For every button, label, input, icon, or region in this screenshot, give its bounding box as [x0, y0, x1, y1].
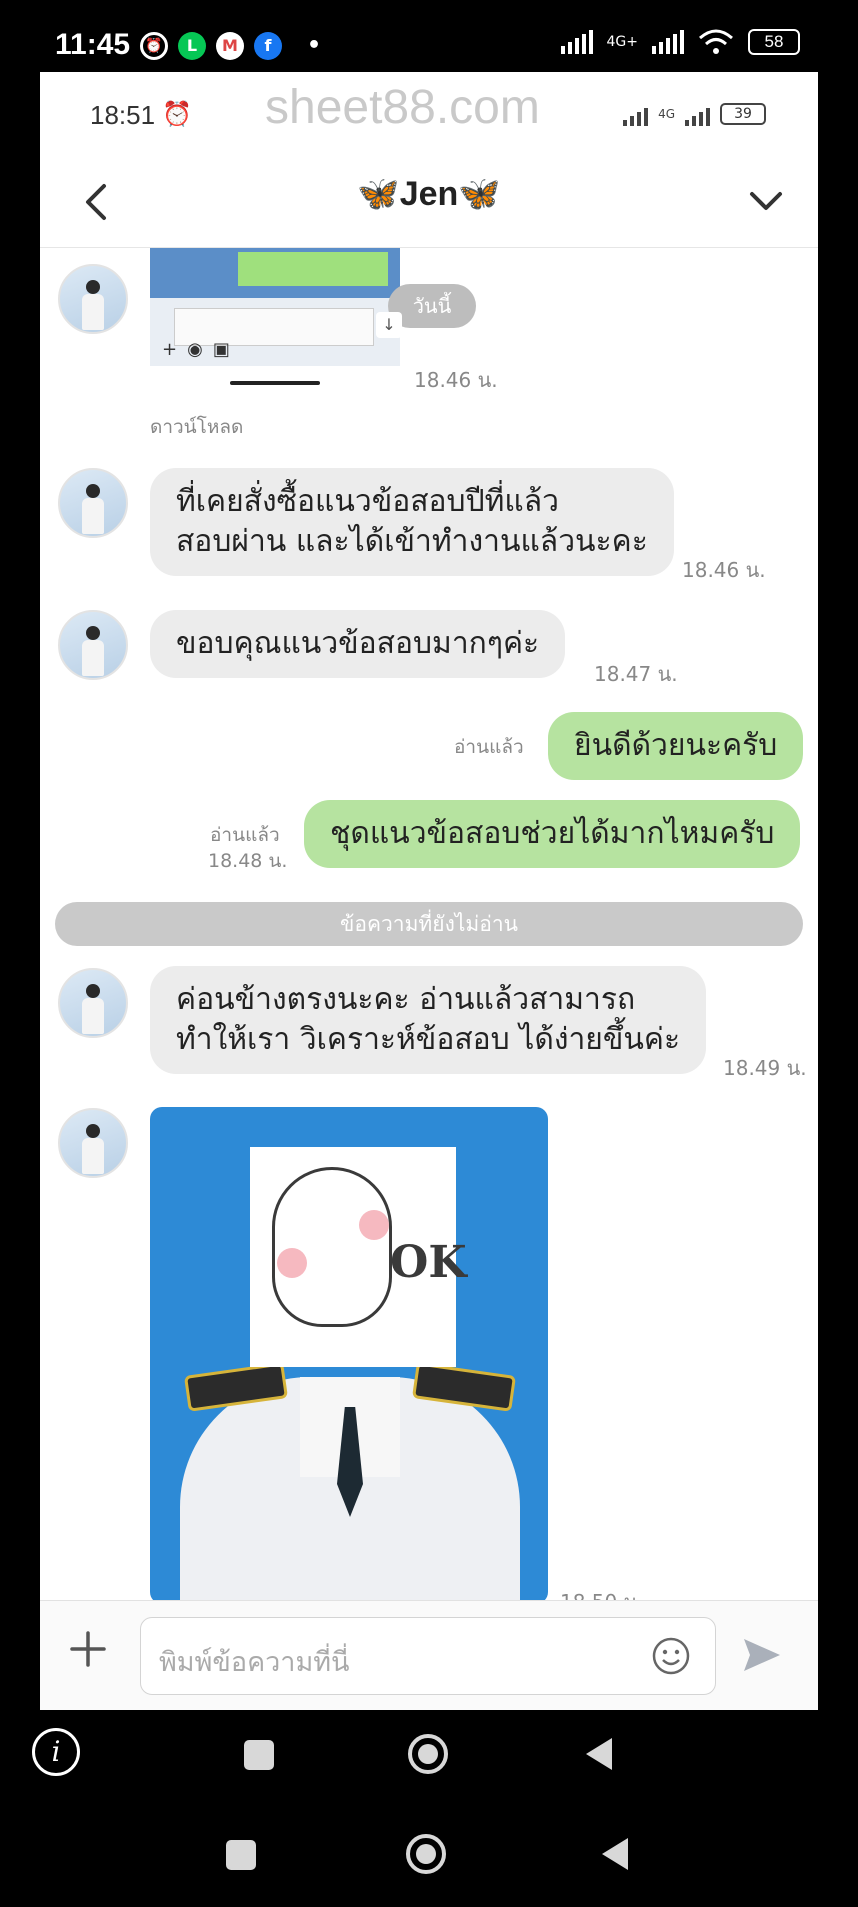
- message-line: สอบผ่าน และได้เข้าทำงานแล้วนะคะ: [176, 524, 648, 559]
- message-line: ขอบคุณแนวข้อสอบมากๆค่ะ: [176, 626, 540, 661]
- contact-avatar[interactable]: [58, 1108, 128, 1178]
- alarm-icon: ⏰: [140, 32, 168, 60]
- contact-avatar[interactable]: [58, 468, 128, 538]
- signal-icon: [560, 30, 593, 54]
- home-indicator-line: [230, 381, 320, 385]
- input-placeholder: พิมพ์ข้อความที่นี่: [159, 1647, 350, 1678]
- message-time: 18.47 น.: [594, 662, 678, 686]
- bear-cheek: [277, 1248, 307, 1278]
- home-icon[interactable]: [406, 1834, 446, 1874]
- watermark: sheet88.com: [265, 81, 540, 134]
- wifi-icon: [699, 29, 733, 54]
- download-arrow-icon[interactable]: ↓: [376, 312, 402, 338]
- signal-icon-2: [652, 30, 684, 54]
- message-input[interactable]: พิมพ์ข้อความที่นี่: [140, 1617, 716, 1695]
- thumbnail-toolbar: + ◉ ▣: [150, 334, 400, 364]
- unread-divider: ข้อความที่ยังไม่อ่าน: [55, 902, 803, 946]
- back-icon[interactable]: [586, 1738, 612, 1770]
- inner-alarm-icon: ⏰: [162, 100, 192, 128]
- contact-avatar[interactable]: [58, 264, 128, 334]
- chat-screenshot: 18:51 ⏰ sheet88.com 4G 39 🦋Jen🦋 + ◉ ▣ วั…: [40, 72, 818, 1710]
- chevron-down-icon[interactable]: [748, 186, 784, 216]
- contact-avatar[interactable]: [58, 968, 128, 1038]
- sticker-ok-text: OK: [390, 1237, 467, 1288]
- home-icon[interactable]: [408, 1734, 448, 1774]
- outer-clock: 11:45: [55, 28, 131, 61]
- facebook-icon: f: [254, 32, 282, 60]
- recents-icon[interactable]: [226, 1840, 256, 1870]
- chat-header: 🦋Jen🦋: [40, 152, 818, 248]
- bear-cheek: [359, 1210, 389, 1240]
- contact-avatar[interactable]: [58, 610, 128, 680]
- message-time: 18.48 น.: [208, 850, 288, 872]
- message-bubble[interactable]: ค่อนข้างตรงนะคะ อ่านแล้วสามารถ ทำให้เรา …: [150, 966, 707, 1074]
- message-line: ทำให้เรา วิเคราะห์ข้อสอบ ได้ง่ายขึ้นค่ะ: [176, 1022, 681, 1057]
- message-bubble[interactable]: ที่เคยสั่งซื้อแนวข้อสอบปีที่แล้ว สอบผ่าน…: [150, 468, 674, 576]
- message-time: 18.46 น.: [414, 368, 498, 392]
- network-type-label: 4G+: [606, 34, 639, 50]
- inner-battery-indicator: 39: [720, 103, 766, 125]
- thumbnail-green-bubble: [238, 252, 388, 286]
- message-bubble[interactable]: ขอบคุณแนวข้อสอบมากๆค่ะ: [150, 610, 566, 678]
- message-line: ที่เคยสั่งซื้อแนวข้อสอบปีที่แล้ว: [176, 484, 559, 519]
- image-icon: ▣: [212, 338, 230, 360]
- message-line: ค่อนข้างตรงนะคะ อ่านแล้วสามารถ: [176, 982, 636, 1017]
- bear-illustration: [272, 1167, 392, 1327]
- inner-clock: 18:51: [90, 100, 156, 130]
- inner-status-bar: 18:51 ⏰ sheet88.com 4G 39: [40, 72, 818, 152]
- more-dot-icon: •: [306, 33, 322, 58]
- message-time: 18.46 น.: [682, 558, 766, 582]
- send-icon[interactable]: [740, 1635, 784, 1675]
- inner-signal-icon: [623, 102, 649, 126]
- message-line: ชุดแนวข้อสอบช่วยได้มากไหมครับ: [330, 816, 775, 851]
- chat-title: 🦋Jen🦋: [357, 175, 501, 213]
- inner-network-label: 4G: [658, 107, 675, 121]
- outer-status-bar: 11:45 ⏰ L M f • 4G+ 58: [0, 0, 858, 72]
- camera-icon: ◉: [187, 338, 203, 360]
- read-receipt: อ่านแล้ว: [454, 736, 524, 758]
- message-bubble-outgoing[interactable]: ยินดีด้วยนะครับ: [548, 712, 804, 780]
- outer-status-right: 4G+ 58: [560, 28, 800, 56]
- message-time: 18.49 น.: [723, 1056, 807, 1080]
- inner-signal-icon-2: [685, 102, 710, 126]
- download-label[interactable]: ดาวน์โหลด: [150, 412, 243, 442]
- message-bubble-outgoing[interactable]: ชุดแนวข้อสอบช่วยได้มากไหมครับ: [304, 800, 801, 868]
- plus-icon: +: [162, 338, 178, 360]
- battery-indicator: 58: [748, 29, 800, 55]
- line-app-icon: L: [178, 32, 206, 60]
- photo-message[interactable]: OK: [150, 1107, 548, 1604]
- inner-status-right: 4G 39: [623, 102, 766, 126]
- back-icon[interactable]: [602, 1838, 628, 1870]
- recents-icon[interactable]: [244, 1740, 274, 1770]
- message-line: ยินดีด้วยนะครับ: [574, 728, 778, 763]
- ok-bear-sticker: OK: [250, 1147, 467, 1367]
- message-input-bar: พิมพ์ข้อความที่นี่: [40, 1600, 818, 1710]
- plus-icon[interactable]: [68, 1629, 108, 1669]
- navigation-bar: [0, 1818, 858, 1888]
- inner-navigation-bar: [0, 1720, 858, 1790]
- gmail-icon: M: [216, 32, 244, 60]
- emoji-icon[interactable]: [651, 1636, 691, 1676]
